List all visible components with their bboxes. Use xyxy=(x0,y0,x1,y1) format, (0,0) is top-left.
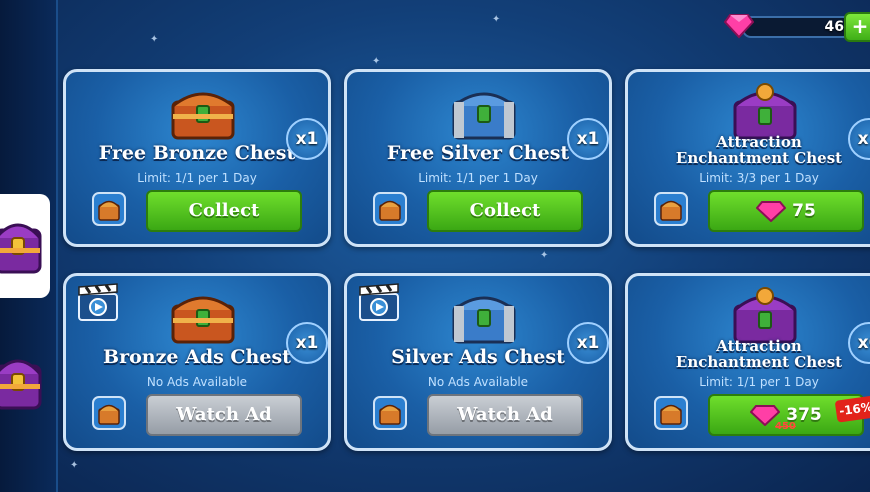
sidebar-tab-chests[interactable] xyxy=(0,194,50,298)
gem-icon xyxy=(724,14,754,39)
bronze-chest-icon xyxy=(171,92,235,140)
card-title-line1: Attraction xyxy=(716,133,802,151)
card-title: Attraction Enchantment Chest xyxy=(628,338,870,370)
quantity-badge: x1 xyxy=(286,322,328,364)
chest-info-icon[interactable] xyxy=(92,192,126,226)
sparkle-icon: ✦ xyxy=(70,460,79,471)
purple-chest-icon xyxy=(0,359,42,410)
sparkle-icon: ✦ xyxy=(372,56,381,67)
silver-chest-icon xyxy=(452,92,516,140)
chest-card-enchantment-bundle: Attraction Enchantment Chest Limit: 1/1 … xyxy=(625,273,870,451)
watch-ad-button[interactable]: Watch Ad xyxy=(427,394,583,436)
chest-card-bronze-ads: Bronze Ads Chest No Ads Available x1 Wat… xyxy=(63,273,331,451)
card-status: No Ads Available xyxy=(146,375,248,389)
video-ad-icon xyxy=(78,283,118,321)
video-ad-icon xyxy=(359,283,399,321)
chest-info-icon[interactable] xyxy=(373,396,407,430)
quantity-badge: x1 xyxy=(567,322,609,364)
add-gems-button[interactable]: + xyxy=(844,12,870,42)
chest-card-enchantment: Attraction Enchantment Chest Limit: 3/3 … xyxy=(625,69,870,247)
quantity-badge: x1 xyxy=(567,118,609,160)
price: 75 xyxy=(792,201,816,221)
watch-ad-button[interactable]: Watch Ad xyxy=(146,394,302,436)
card-status: No Ads Available xyxy=(427,375,529,389)
sidebar-tab-special[interactable] xyxy=(0,330,50,434)
sparkle-icon: ✦ xyxy=(492,14,501,25)
card-title: Attraction Enchantment Chest xyxy=(628,134,870,166)
card-title-line1: Attraction xyxy=(716,337,802,355)
chest-card-free-silver: Free Silver Chest Limit: 1/1 per 1 Day x… xyxy=(344,69,612,247)
gem-icon xyxy=(756,201,787,222)
gem-counter: 46 + xyxy=(724,9,870,42)
collect-button[interactable]: Collect xyxy=(146,190,302,232)
card-limit: Limit: 1/1 per 1 Day xyxy=(137,171,257,185)
card-limit: Limit: 1/1 per 1 Day xyxy=(418,171,538,185)
sparkle-icon: ✦ xyxy=(540,250,549,261)
card-limit: Limit: 1/1 per 1 Day xyxy=(699,375,819,389)
quantity-badge: x1 xyxy=(286,118,328,160)
bronze-chest-icon xyxy=(171,296,235,344)
buy-with-gems-button[interactable]: 75 xyxy=(708,190,864,232)
card-title-line2: Enchantment Chest xyxy=(675,149,843,167)
gem-count: 46 xyxy=(824,19,844,35)
chest-info-icon[interactable] xyxy=(654,192,688,226)
purple-chest-icon xyxy=(0,223,42,274)
chest-card-silver-ads: Silver Ads Chest No Ads Available x1 Wat… xyxy=(344,273,612,451)
chest-info-icon[interactable] xyxy=(92,396,126,430)
card-title-line2: Enchantment Chest xyxy=(675,353,843,371)
discount-badge: -16% xyxy=(834,395,870,423)
silver-chest-icon xyxy=(452,296,516,344)
chest-info-icon[interactable] xyxy=(373,192,407,226)
chest-info-icon[interactable] xyxy=(654,396,688,430)
chest-card-free-bronze: Free Bronze Chest Limit: 1/1 per 1 Day x… xyxy=(63,69,331,247)
chest-category-sidebar xyxy=(0,0,58,492)
card-limit: Limit: 3/3 per 1 Day xyxy=(699,171,819,185)
original-price: 450 xyxy=(775,421,796,432)
collect-button[interactable]: Collect xyxy=(427,190,583,232)
sparkle-icon: ✦ xyxy=(150,34,159,45)
gem-track: 46 xyxy=(742,16,852,38)
